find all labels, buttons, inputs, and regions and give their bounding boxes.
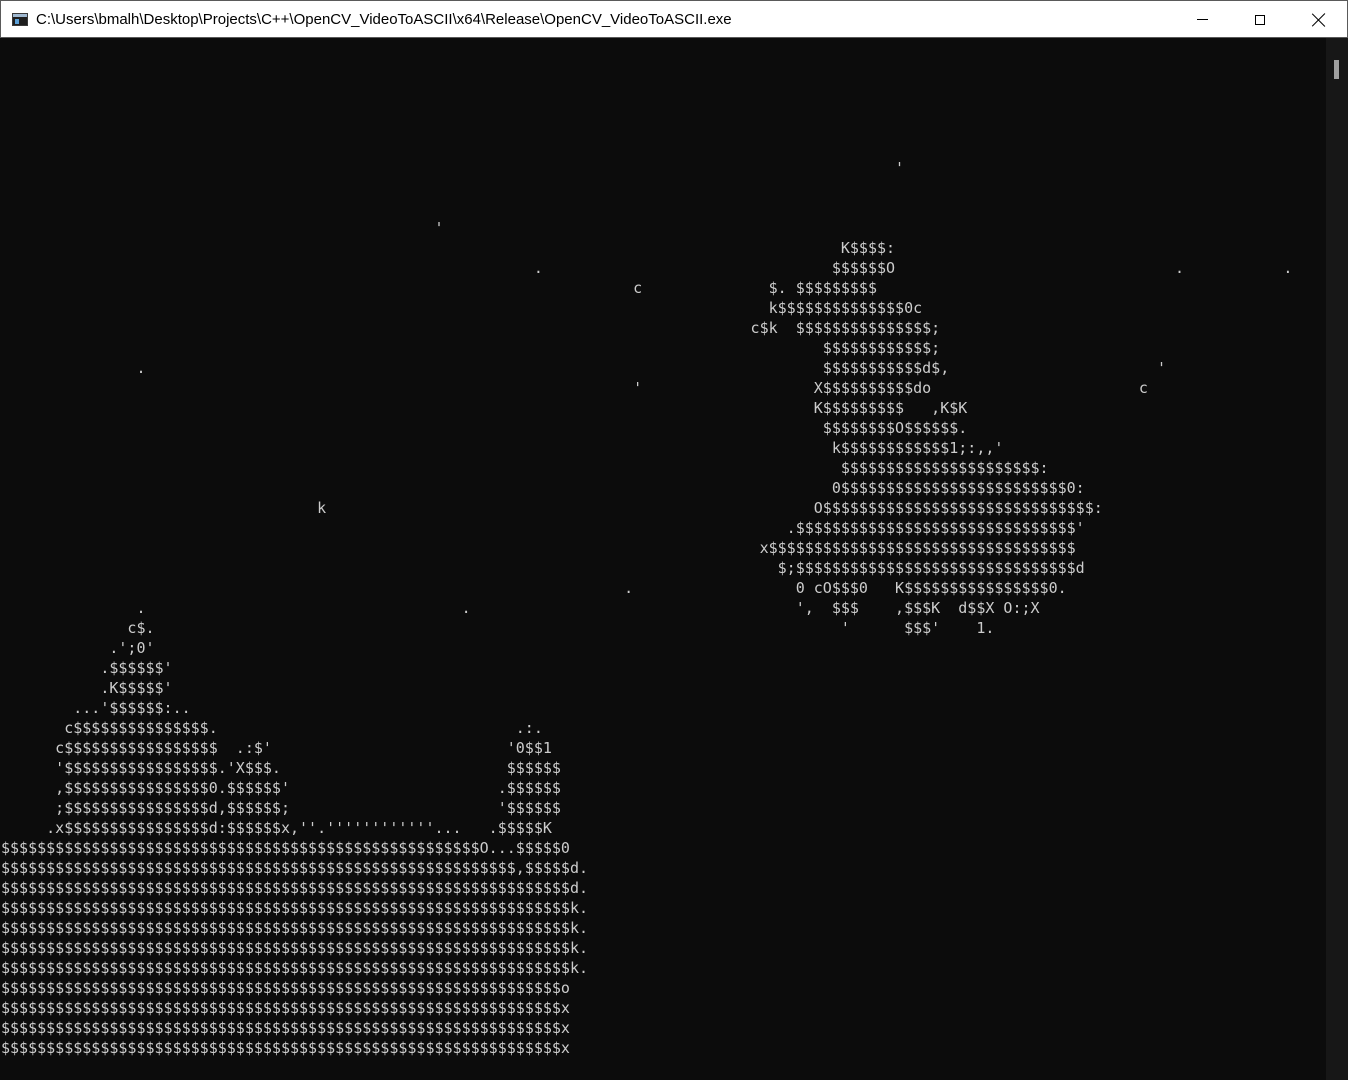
- window-title: C:\Users\bmalh\Desktop\Projects\C++\Open…: [36, 11, 732, 28]
- console-output-area[interactable]: ' ' K$$$$: . $$$$$$O . . c $. $$$$$$$$$ …: [1, 38, 1326, 1080]
- minimize-button[interactable]: [1173, 1, 1231, 38]
- vertical-scrollbar[interactable]: [1326, 38, 1348, 1080]
- close-button[interactable]: [1290, 1, 1348, 38]
- scrollbar-thumb[interactable]: [1334, 60, 1339, 79]
- minimize-icon: [1196, 19, 1208, 20]
- ascii-art-output: ' ' K$$$$: . $$$$$$O . . c $. $$$$$$$$$ …: [1, 159, 1293, 1057]
- maximize-button[interactable]: [1231, 1, 1289, 38]
- maximize-icon: [1255, 14, 1265, 25]
- console-app-icon[interactable]: [12, 13, 28, 26]
- close-icon: [1312, 13, 1326, 27]
- title-bar[interactable]: C:\Users\bmalh\Desktop\Projects\C++\Open…: [0, 0, 1348, 38]
